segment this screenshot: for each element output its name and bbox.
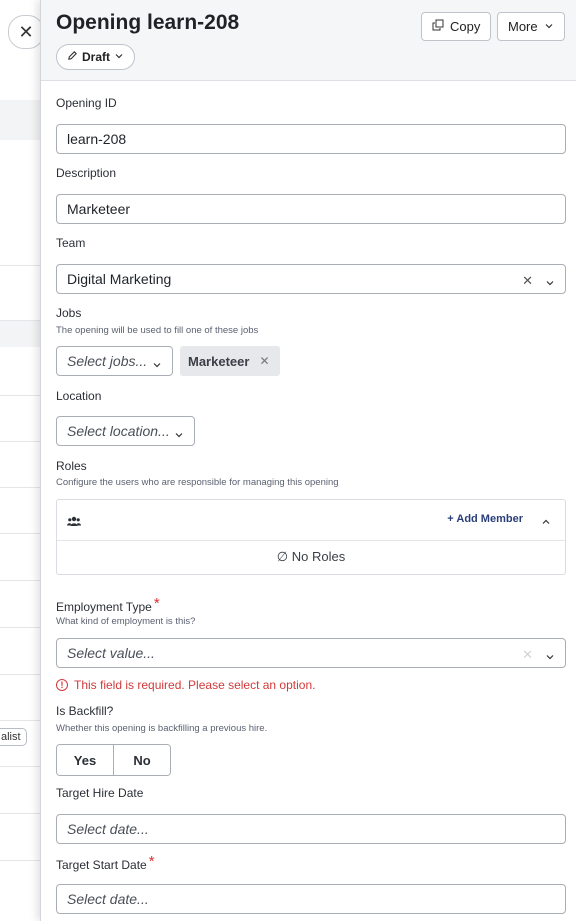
add-member-button[interactable]: + Add Member	[447, 513, 523, 525]
roles-help: Configure the users who are responsible …	[56, 477, 339, 488]
pencil-icon	[67, 50, 78, 64]
backfill-no-button[interactable]: No	[113, 745, 170, 775]
target-start-date-input[interactable]: Select date...	[56, 884, 566, 914]
employment-type-help: What kind of employment is this?	[56, 616, 196, 627]
target-hire-date-placeholder: Select date...	[67, 821, 149, 837]
close-panel-button[interactable]: ✕	[8, 15, 44, 49]
more-label: More	[508, 19, 538, 34]
clear-icon: ✕	[522, 647, 533, 662]
status-label: Draft	[82, 50, 111, 64]
required-marker: *	[153, 595, 160, 612]
jobs-label: Jobs	[56, 306, 82, 320]
roles-panel-header: + Add Member	[57, 500, 565, 541]
target-hire-date-input[interactable]: Select date...	[56, 814, 566, 844]
description-value: Marketeer	[67, 201, 131, 217]
description-input[interactable]: Marketeer	[56, 194, 566, 224]
opening-id-value: learn-208	[67, 131, 127, 147]
required-marker: *	[148, 853, 155, 870]
opening-id-input[interactable]: learn-208	[56, 124, 566, 154]
employment-type-error: ! This field is required. Please select …	[56, 678, 315, 692]
job-tag: Marketeer ✕	[180, 346, 280, 376]
opening-side-panel: Opening learn-208 Draft Copy More Openin…	[40, 0, 576, 921]
background-chip[interactable]: alist	[0, 728, 27, 746]
location-label: Location	[56, 389, 102, 403]
roles-label: Roles	[56, 459, 87, 473]
target-start-date-label-text: Target Start Date	[56, 858, 147, 872]
chevron-down-icon	[174, 427, 184, 443]
copy-button[interactable]: Copy	[421, 12, 492, 41]
chevron-down-icon	[114, 50, 124, 64]
users-icon	[67, 514, 81, 532]
chevron-up-icon[interactable]	[541, 514, 551, 532]
copy-icon	[432, 19, 444, 34]
employment-type-select[interactable]: Select value... ✕	[56, 638, 566, 668]
copy-label: Copy	[450, 19, 481, 34]
employment-type-placeholder: Select value...	[67, 645, 155, 661]
chevron-down-icon	[545, 275, 555, 291]
team-label: Team	[56, 236, 86, 250]
chevron-down-icon	[545, 649, 555, 665]
backfill-help: Whether this opening is backfilling a pr…	[56, 723, 268, 734]
roles-empty-label: No Roles	[291, 549, 346, 564]
description-label: Description	[56, 166, 117, 180]
chevron-down-icon	[152, 357, 162, 373]
error-icon: !	[56, 679, 68, 691]
backfill-label: Is Backfill?	[56, 704, 114, 718]
jobs-placeholder: Select jobs...	[67, 353, 148, 369]
employment-type-error-text: This field is required. Please select an…	[74, 678, 316, 692]
job-tag-label: Marketeer	[188, 353, 250, 369]
team-value: Digital Marketing	[67, 271, 172, 287]
target-start-date-label: Target Start Date *	[56, 853, 155, 873]
empty-set-icon: ∅	[276, 549, 289, 564]
backfill-yes-button[interactable]: Yes	[57, 745, 113, 775]
panel-header: Opening learn-208 Draft Copy More	[41, 0, 576, 81]
roles-panel: + Add Member ∅ No Roles	[56, 499, 566, 575]
jobs-help: The opening will be used to fill one of …	[56, 325, 259, 336]
opening-id-label: Opening ID	[56, 96, 117, 110]
chevron-down-icon	[544, 19, 554, 34]
roles-empty-state: ∅ No Roles	[57, 549, 565, 565]
target-start-date-placeholder: Select date...	[67, 891, 149, 907]
employment-type-label: Employment Type *	[56, 595, 160, 615]
target-hire-date-label: Target Hire Date	[56, 786, 144, 800]
remove-tag-icon[interactable]: ✕	[259, 354, 269, 368]
location-select[interactable]: Select location...	[56, 416, 195, 446]
page-title: Opening learn-208	[56, 11, 240, 34]
status-dropdown-button[interactable]: Draft	[56, 44, 136, 70]
more-button[interactable]: More	[497, 12, 565, 41]
location-placeholder: Select location...	[67, 423, 170, 439]
team-select[interactable]: Digital Marketing ✕	[56, 264, 566, 294]
employment-type-label-text: Employment Type	[56, 600, 152, 614]
backfill-toggle: Yes No	[56, 744, 171, 776]
clear-icon[interactable]: ✕	[522, 273, 533, 289]
jobs-select[interactable]: Select jobs...	[56, 346, 173, 376]
close-icon: ✕	[18, 21, 34, 42]
